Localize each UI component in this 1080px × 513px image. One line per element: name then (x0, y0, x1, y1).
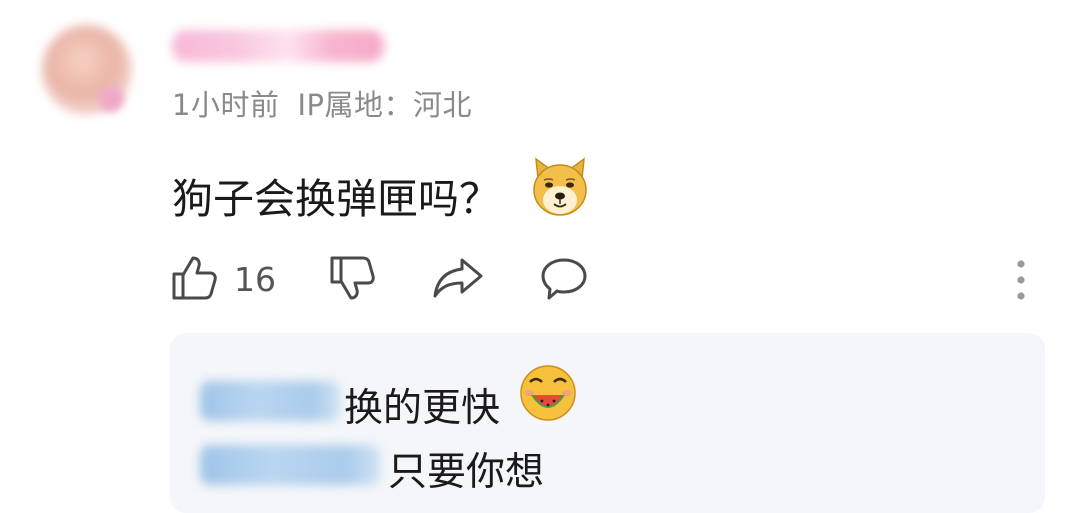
reply-item[interactable]: 换的更快 (170, 377, 1045, 431)
reply-item[interactable]: 只要你想 (170, 441, 1045, 495)
reply-icon[interactable] (540, 256, 588, 302)
reply-text: 换的更快 (344, 386, 501, 431)
doge-emoji (533, 157, 587, 216)
thumbs-up-icon[interactable] (170, 254, 218, 302)
like-count: 16 (234, 260, 276, 299)
avatar-badge (98, 86, 124, 112)
username-blurred[interactable] (172, 30, 384, 62)
action-bar: 16 (0, 252, 1080, 308)
comment-meta: 1小时前 IP属地：河北 (172, 82, 472, 124)
reply-list[interactable]: 换的更快 只要你想 (170, 333, 1045, 513)
comment-time: 1小时前 (172, 88, 280, 122)
ip-location: IP属地：河北 (297, 88, 472, 122)
watermelon-laugh-emoji (520, 365, 576, 421)
comment-text: 狗子会换弹匣吗？ (172, 175, 500, 223)
more-vertical-icon[interactable] (1012, 258, 1030, 302)
thumbs-down-icon[interactable] (328, 254, 376, 304)
reply-username-blurred[interactable] (200, 381, 340, 421)
reply-text: 只要你想 (388, 450, 545, 495)
reply-username-blurred[interactable] (200, 445, 380, 485)
share-icon[interactable] (432, 256, 484, 300)
